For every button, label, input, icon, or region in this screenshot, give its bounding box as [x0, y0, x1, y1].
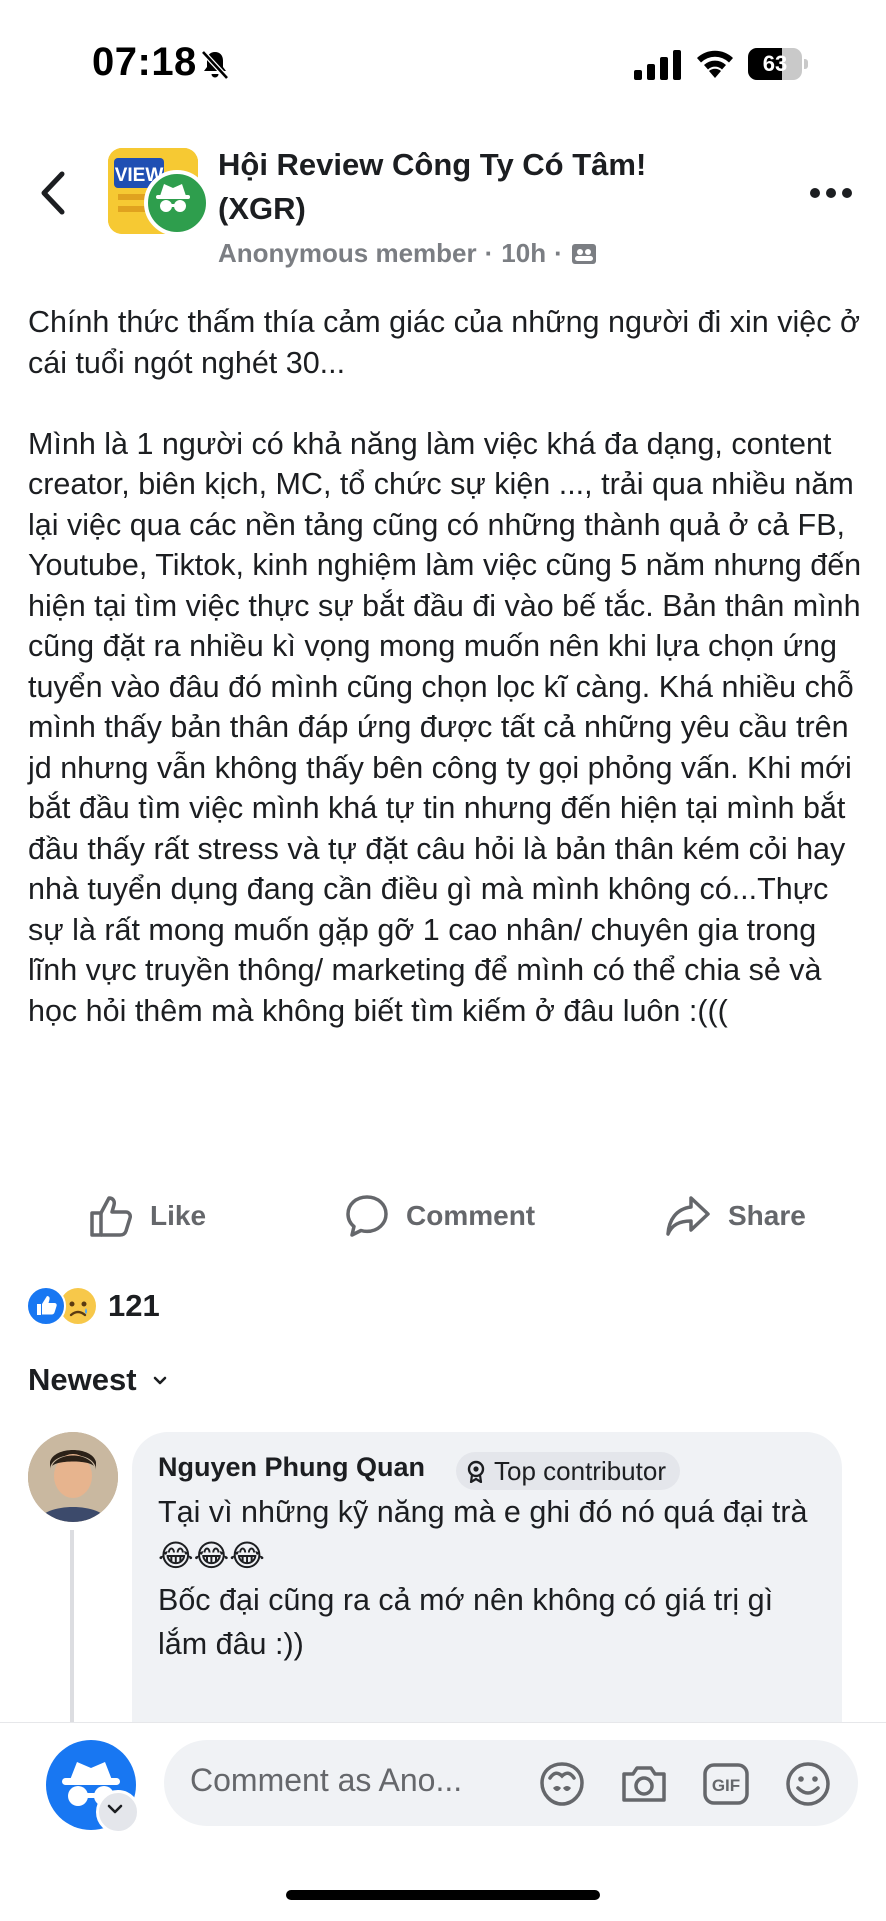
post-time: 10h: [501, 238, 547, 268]
like-label: Like: [150, 1200, 207, 1231]
thread-line: [70, 1530, 74, 1730]
thumbs-up-icon: [90, 1196, 132, 1237]
post-meta: Anonymous member · 10h ·: [218, 238, 597, 269]
top-contributor-badge: Top contributor: [456, 1452, 680, 1490]
battery-indicator: 63: [748, 48, 808, 80]
group-privacy-icon: [571, 243, 596, 264]
like-button[interactable]: Like: [88, 1192, 206, 1240]
status-time: 07:18: [92, 40, 197, 84]
silent-bell-icon: [201, 50, 229, 80]
meta-separator: ·: [554, 238, 563, 268]
comment-button[interactable]: Comment: [344, 1192, 535, 1240]
home-indicator: [286, 1890, 600, 1900]
share-button[interactable]: Share: [664, 1192, 806, 1240]
battery-level: 63: [762, 51, 788, 76]
emoji-icon[interactable]: [782, 1758, 834, 1810]
identity-switch-button[interactable]: [96, 1790, 140, 1834]
wifi-icon: [697, 50, 733, 78]
chevron-down-icon: [153, 1376, 166, 1385]
share-label: Share: [728, 1200, 806, 1231]
comment-input-placeholder: Comment as Ano...: [190, 1762, 463, 1798]
badge-label: Top contributor: [494, 1455, 666, 1486]
anonymous-badge: [144, 170, 210, 236]
reaction-count: 121: [108, 1288, 160, 1323]
sort-label: Newest: [28, 1362, 137, 1397]
more-options-icon[interactable]: [808, 186, 854, 200]
comment-text: Tại vì những kỹ năng mà e ghi đó nó quá …: [158, 1495, 808, 1661]
chevron-down-icon: [107, 1804, 123, 1814]
cellular-signal-icon: [634, 50, 681, 80]
meta-separator: ·: [484, 238, 494, 268]
avatar-sticker-icon[interactable]: [536, 1758, 588, 1810]
gif-icon[interactable]: GIF: [700, 1758, 752, 1810]
back-arrow-icon[interactable]: [36, 168, 72, 218]
like-reaction-icon: [26, 1286, 66, 1326]
commenter-avatar[interactable]: [28, 1432, 118, 1522]
share-arrow-icon: [666, 1196, 710, 1236]
reaction-summary[interactable]: 121: [26, 1286, 160, 1326]
gif-label: GIF: [712, 1776, 740, 1795]
author-name: Anonymous member: [218, 238, 477, 268]
comment-bubble-icon: [346, 1195, 388, 1237]
camera-icon[interactable]: [618, 1758, 670, 1810]
comment-sort-dropdown[interactable]: Newest: [28, 1362, 171, 1398]
comment-label: Comment: [406, 1200, 536, 1231]
contributor-badge-icon: [467, 1460, 485, 1483]
group-name[interactable]: Hội Review Công Ty Có Tâm! (XGR): [218, 143, 738, 231]
commenter-name[interactable]: Nguyen Phung Quan: [158, 1452, 425, 1483]
post-text: Chính thức thấm thía cảm giác của những …: [28, 305, 862, 1028]
